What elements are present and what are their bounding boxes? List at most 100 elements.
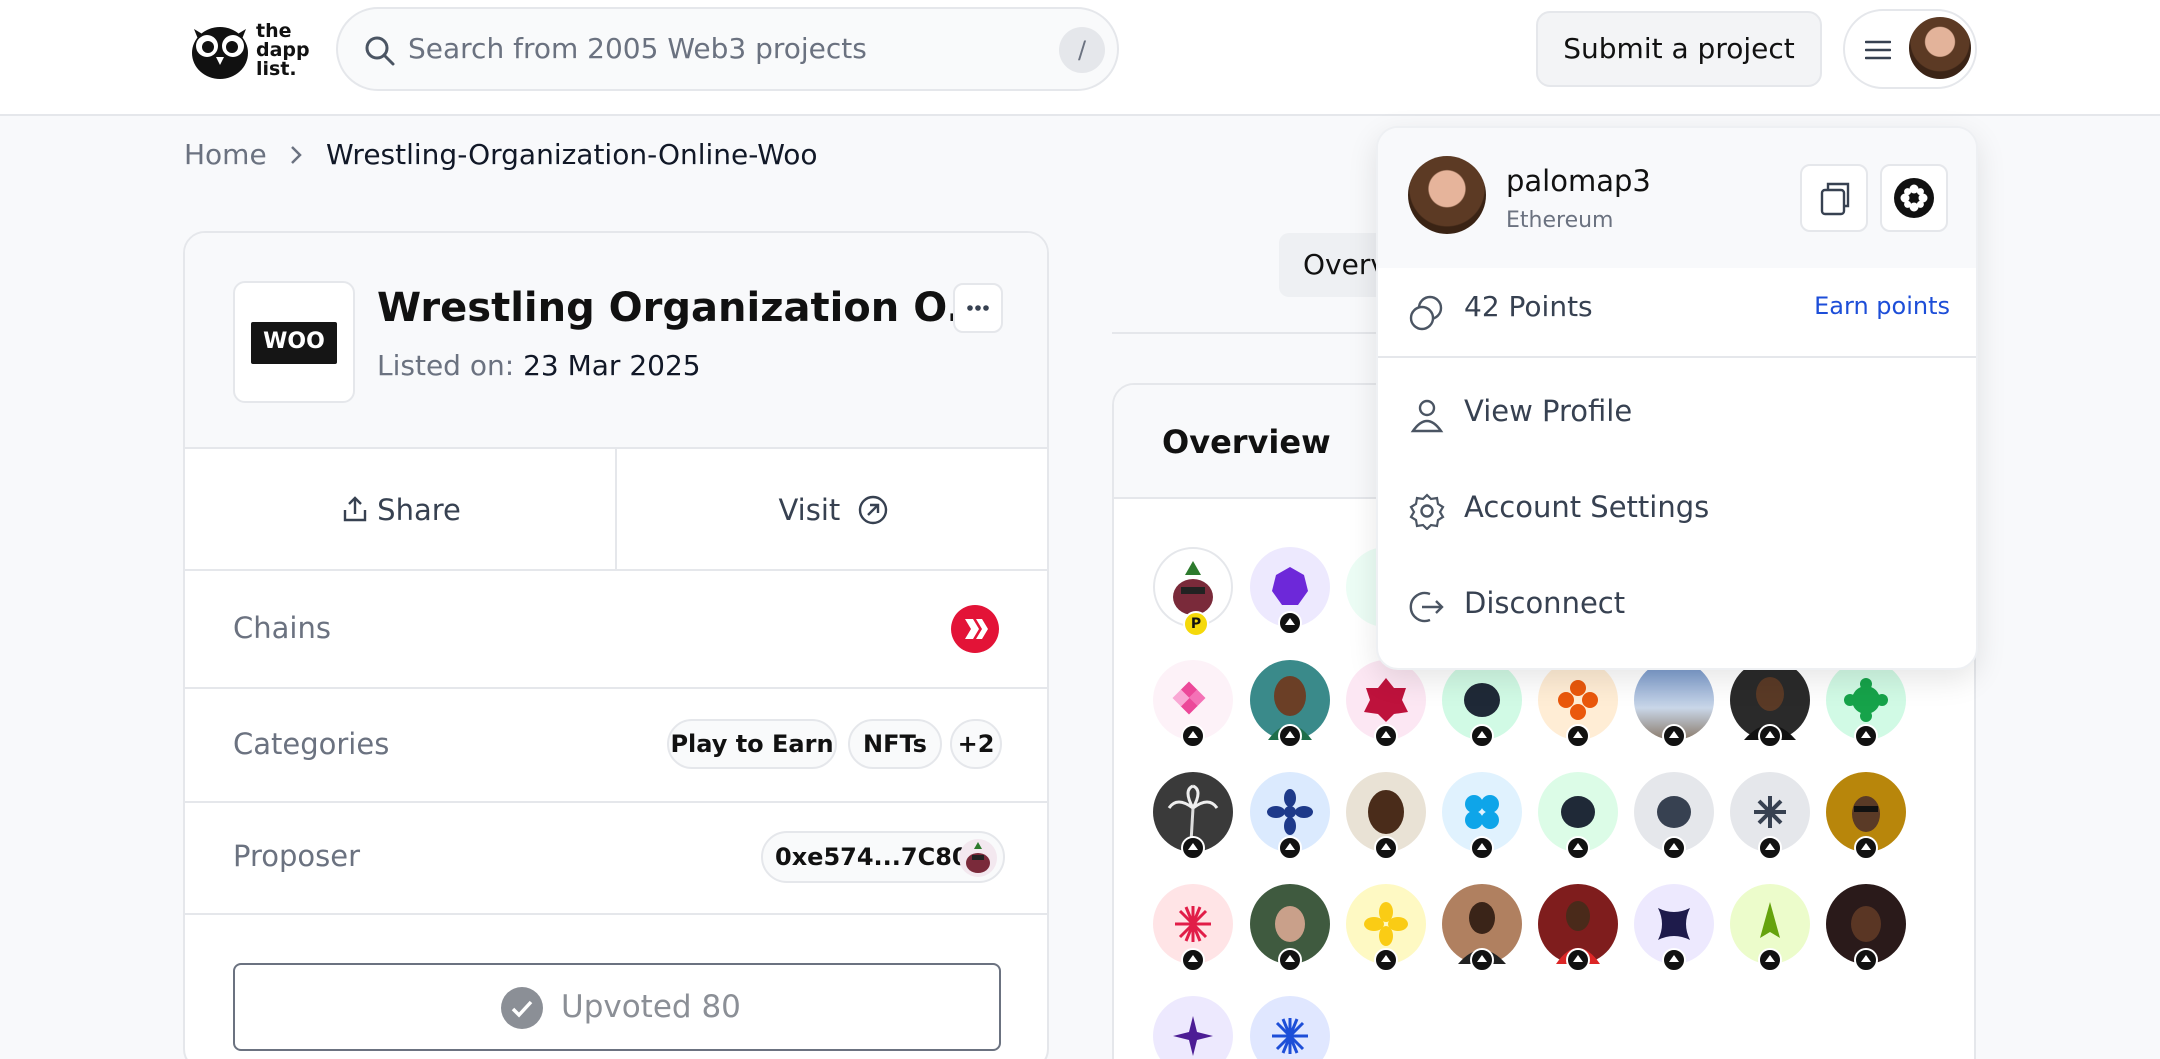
top-header: the dapp list. Search from 2005 Web3 pro… — [0, 0, 2160, 116]
check-icon — [501, 987, 543, 1029]
earn-points-link[interactable]: Earn points — [1814, 292, 1950, 320]
proposer-label: Proposer — [233, 839, 361, 873]
upvote-badge-icon — [1662, 724, 1686, 748]
voter-avatar[interactable] — [1250, 996, 1330, 1059]
account-settings-label: Account Settings — [1464, 490, 1710, 524]
voter-avatar[interactable] — [1730, 660, 1810, 748]
username: palomap3 — [1506, 164, 1651, 198]
upvote-badge-icon — [1854, 836, 1878, 860]
voter-avatar[interactable] — [1634, 884, 1714, 972]
copy-address-button[interactable] — [1800, 164, 1868, 232]
upvote-badge-icon — [1854, 948, 1878, 972]
upvote-badge-icon — [1758, 948, 1782, 972]
points-count: 42 Points — [1464, 290, 1593, 323]
upvote-badge-icon — [1374, 836, 1398, 860]
upvote-badge-icon — [1374, 948, 1398, 972]
visit-label: Visit — [778, 493, 841, 527]
voter-avatar[interactable] — [1442, 884, 1522, 972]
wallet-button[interactable] — [1880, 164, 1948, 232]
upvote-badge-icon — [1181, 724, 1205, 748]
upvote-badge-icon — [1278, 611, 1302, 635]
voter-avatar[interactable] — [1442, 660, 1522, 748]
project-logo: WOO — [233, 281, 355, 403]
proposer-address: 0xe574...7C80 — [775, 843, 969, 871]
share-label: Share — [377, 493, 461, 527]
avatar — [1408, 156, 1486, 234]
voter-avatar[interactable] — [1346, 884, 1426, 972]
project-card: WOO Wrestling Organization O... Listed o… — [183, 231, 1049, 1059]
voter-avatar[interactable] — [1250, 772, 1330, 860]
voter-avatar[interactable] — [1153, 660, 1233, 748]
categories-row: Categories Play to Earn NFTs +2 — [185, 689, 1047, 803]
voter-avatar[interactable] — [1153, 772, 1233, 860]
project-header: WOO Wrestling Organization O... Listed o… — [185, 233, 1047, 449]
voter-avatar[interactable] — [1250, 547, 1330, 635]
user-icon — [1410, 399, 1444, 433]
voter-avatar[interactable] — [1538, 884, 1618, 972]
voter-avatar[interactable] — [1826, 660, 1906, 748]
voter-avatar[interactable] — [1153, 996, 1233, 1059]
upvote-badge-icon — [1278, 948, 1302, 972]
proposer-badge: P — [1183, 611, 1209, 637]
voter-avatar[interactable] — [1730, 884, 1810, 972]
visit-button[interactable]: Visit — [617, 449, 1047, 571]
voter-avatar[interactable] — [1346, 772, 1426, 860]
category-pill[interactable]: Play to Earn — [667, 719, 837, 769]
voter-avatar[interactable] — [1634, 772, 1714, 860]
copy-icon — [1820, 182, 1850, 216]
more-options-button[interactable] — [953, 283, 1003, 333]
voter-avatar[interactable] — [1634, 660, 1714, 748]
breadcrumb-home[interactable]: Home — [184, 138, 267, 171]
voter-avatar[interactable] — [1346, 660, 1426, 748]
avatar — [1907, 15, 1973, 81]
wallet-chain: Ethereum — [1506, 208, 1614, 233]
upvote-badge-icon — [1758, 724, 1782, 748]
hive-chain-icon[interactable] — [951, 605, 999, 653]
dapplist-logo[interactable]: the dapp list. — [190, 18, 310, 82]
user-menu-button[interactable] — [1843, 9, 1977, 89]
voter-avatar[interactable]: P — [1153, 547, 1233, 637]
voter-avatar[interactable] — [1826, 884, 1906, 972]
tab-divider — [1112, 332, 1402, 334]
search-input[interactable]: Search from 2005 Web3 projects / — [336, 7, 1119, 91]
upvote-label: Upvoted 80 — [561, 989, 741, 1025]
breadcrumb-current: Wrestling-Organization-Online-Woo — [326, 138, 818, 171]
upvote-badge-icon — [1181, 948, 1205, 972]
upvote-badge-icon — [1662, 836, 1686, 860]
voter-avatar[interactable] — [1538, 772, 1618, 860]
voter-avatar[interactable] — [1730, 772, 1810, 860]
listed-date: Listed on: 23 Mar 2025 — [377, 349, 701, 382]
chevron-right-icon — [291, 146, 302, 164]
chains-label: Chains — [233, 611, 331, 645]
search-shortcut-key: / — [1059, 27, 1105, 73]
submit-project-button[interactable]: Submit a project — [1536, 11, 1822, 87]
voter-avatar[interactable] — [1153, 884, 1233, 972]
more-categories-pill[interactable]: +2 — [950, 719, 1002, 769]
upvote-badge-icon — [1854, 724, 1878, 748]
upvote-button[interactable]: Upvoted 80 — [233, 963, 1001, 1051]
disconnect-item[interactable]: Disconnect — [1378, 560, 1976, 656]
external-link-icon — [858, 495, 887, 525]
share-button[interactable]: Share — [185, 449, 617, 571]
view-profile-item[interactable]: View Profile — [1378, 368, 1976, 464]
ellipsis-icon — [967, 305, 989, 311]
voter-avatar[interactable] — [1250, 884, 1330, 972]
proposer-address-pill[interactable]: 0xe574...7C80 — [761, 831, 1005, 883]
upvote-badge-icon — [1278, 724, 1302, 748]
upvote-badge-icon — [1662, 948, 1686, 972]
upvote-badge-icon — [1181, 836, 1205, 860]
category-pill[interactable]: NFTs — [848, 719, 942, 769]
proposer-row: Proposer 0xe574...7C80 — [185, 803, 1047, 915]
upvote-badge-icon — [1566, 836, 1590, 860]
voter-avatar[interactable] — [1826, 772, 1906, 860]
account-settings-item[interactable]: Account Settings — [1378, 464, 1976, 560]
voter-avatar[interactable] — [1442, 772, 1522, 860]
overview-title: Overview — [1162, 423, 1331, 461]
voter-avatar[interactable] — [1538, 660, 1618, 748]
points-row: 42 Points Earn points — [1378, 268, 1976, 358]
points-coins-icon — [1409, 295, 1443, 331]
upvote-badge-icon — [1470, 836, 1494, 860]
user-dropdown-menu: palomap3 Ethereum 42 Points Earn points — [1376, 126, 1978, 670]
dropdown-user-info: palomap3 Ethereum — [1378, 128, 1976, 268]
voter-avatar[interactable] — [1250, 660, 1330, 748]
